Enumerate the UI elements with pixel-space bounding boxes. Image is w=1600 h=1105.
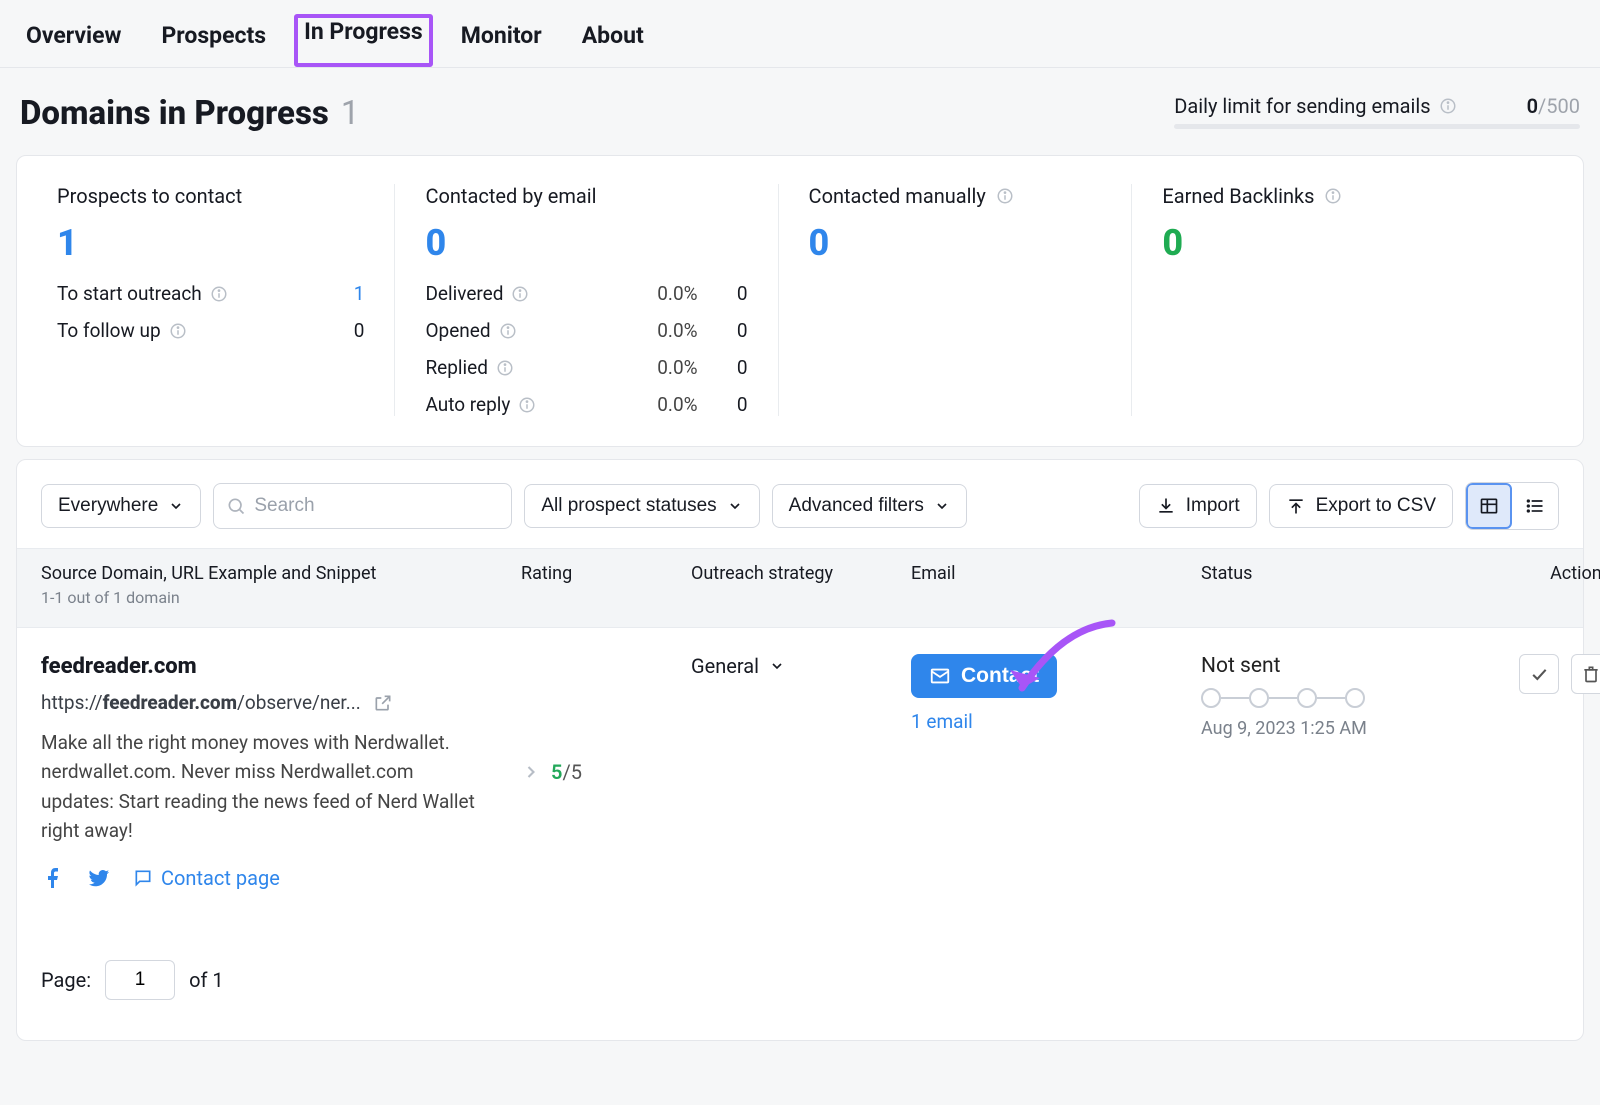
scope-dropdown[interactable]: Everywhere	[41, 484, 201, 528]
email-count-link[interactable]: 1 email	[911, 710, 973, 733]
pagination-of: of 1	[189, 968, 224, 992]
th-actions: Actions	[1451, 563, 1600, 584]
chevron-down-icon	[769, 658, 785, 674]
stat-to-start-outreach-value[interactable]: 1	[338, 282, 364, 305]
delete-button[interactable]	[1571, 654, 1600, 694]
daily-email-limit: Daily limit for sending emails 0/500	[1174, 94, 1580, 129]
list-icon	[1525, 496, 1545, 516]
table-row: feedreader.com https://feedreader.com/ob…	[17, 628, 1583, 930]
export-csv-button[interactable]: Export to CSV	[1269, 484, 1453, 528]
strategy-dropdown[interactable]: General	[691, 654, 785, 678]
row-snippet: Make all the right money moves with Nerd…	[41, 728, 481, 846]
chevron-down-icon	[727, 498, 743, 514]
info-icon[interactable]	[496, 359, 514, 377]
stat-delivered-pct: 0.0%	[638, 282, 698, 305]
row-url[interactable]: https://feedreader.com/observe/ner...	[41, 691, 521, 714]
view-toggle	[1465, 482, 1559, 530]
stat-autoreply-label: Auto reply	[425, 393, 510, 416]
chevron-right-icon[interactable]	[521, 762, 541, 782]
status-steps	[1201, 688, 1451, 708]
check-icon	[1529, 664, 1549, 684]
stat-opened-label: Opened	[425, 319, 490, 342]
stat-replied-pct: 0.0%	[638, 356, 698, 379]
tab-about[interactable]: About	[576, 18, 650, 53]
stat-by-email-title: Contacted by email	[425, 184, 596, 208]
table-header: Source Domain, URL Example and Snippet 1…	[17, 548, 1583, 628]
mail-icon	[929, 665, 951, 687]
main-tabs: Overview Prospects In Progress Monitor A…	[0, 0, 1600, 68]
trash-icon	[1581, 664, 1600, 684]
view-list-button[interactable]	[1512, 483, 1558, 529]
stat-replied-label: Replied	[425, 356, 487, 379]
th-source-sub: 1-1 out of 1 domain	[41, 588, 521, 607]
stat-autoreply-pct: 0.0%	[638, 393, 698, 416]
stat-to-follow-up-value: 0	[338, 319, 364, 342]
mark-done-button[interactable]	[1519, 654, 1559, 694]
info-icon[interactable]	[996, 187, 1014, 205]
page-input[interactable]	[105, 960, 175, 1000]
th-rating[interactable]: Rating	[521, 563, 691, 584]
external-link-icon[interactable]	[373, 693, 393, 713]
stat-backlinks-value[interactable]: 0	[1162, 222, 1543, 264]
chevron-down-icon	[168, 498, 184, 514]
contact-page-link[interactable]: Contact page	[133, 866, 280, 890]
stat-prospects-value[interactable]: 1	[57, 222, 364, 264]
info-icon[interactable]	[499, 322, 517, 340]
limit-label: Daily limit for sending emails	[1174, 94, 1430, 118]
limit-used: 0	[1527, 94, 1538, 118]
chevron-down-icon	[934, 498, 950, 514]
limit-progress-bar	[1174, 124, 1580, 129]
stat-replied-cnt: 0	[720, 356, 748, 379]
contact-button[interactable]: Contact	[911, 654, 1057, 698]
th-status[interactable]: Status	[1201, 563, 1451, 584]
table-icon	[1479, 496, 1499, 516]
tab-prospects[interactable]: Prospects	[155, 18, 272, 53]
info-icon[interactable]	[518, 396, 536, 414]
stat-prospects-title: Prospects to contact	[57, 184, 242, 208]
th-email[interactable]: Email	[911, 563, 1201, 584]
rating-value: 5	[551, 760, 562, 784]
view-table-button[interactable]	[1466, 483, 1512, 529]
stat-backlinks-title: Earned Backlinks	[1162, 184, 1314, 208]
stat-manually-title: Contacted manually	[809, 184, 986, 208]
status-title: Not sent	[1201, 654, 1451, 678]
pagination-label: Page:	[41, 968, 91, 992]
th-source[interactable]: Source Domain, URL Example and Snippet	[41, 563, 521, 584]
import-button[interactable]: Import	[1139, 484, 1257, 528]
tab-in-progress[interactable]: In Progress	[294, 14, 433, 67]
search-input-wrap[interactable]	[213, 483, 512, 529]
info-icon[interactable]	[210, 285, 228, 303]
th-strategy[interactable]: Outreach strategy	[691, 563, 911, 584]
tab-overview[interactable]: Overview	[20, 18, 127, 53]
upload-icon	[1286, 496, 1306, 516]
info-icon[interactable]	[1439, 97, 1457, 115]
stat-by-email-value[interactable]: 0	[425, 222, 747, 264]
stat-opened-pct: 0.0%	[638, 319, 698, 342]
status-filter-dropdown[interactable]: All prospect statuses	[524, 484, 759, 528]
page-title-count: 1	[341, 94, 360, 133]
search-input[interactable]	[254, 495, 499, 517]
advanced-filters-dropdown[interactable]: Advanced filters	[772, 484, 967, 528]
download-icon	[1156, 496, 1176, 516]
stat-manually-value[interactable]: 0	[809, 222, 1102, 264]
stat-delivered-cnt: 0	[720, 282, 748, 305]
info-icon[interactable]	[1324, 187, 1342, 205]
limit-total: /500	[1538, 94, 1580, 118]
stat-autoreply-cnt: 0	[720, 393, 748, 416]
status-date: Aug 9, 2023 1:25 AM	[1201, 718, 1451, 739]
search-icon	[226, 496, 246, 516]
twitter-icon[interactable]	[87, 866, 111, 890]
chat-icon	[133, 868, 153, 888]
tab-monitor[interactable]: Monitor	[455, 18, 548, 53]
facebook-icon[interactable]	[41, 866, 65, 890]
page-title: Domains in Progress	[20, 94, 329, 133]
stat-opened-cnt: 0	[720, 319, 748, 342]
stat-to-follow-up-label: To follow up	[57, 319, 161, 342]
info-icon[interactable]	[169, 322, 187, 340]
stat-delivered-label: Delivered	[425, 282, 503, 305]
rating-total: /5	[562, 760, 582, 784]
row-domain[interactable]: feedreader.com	[41, 654, 521, 679]
info-icon[interactable]	[511, 285, 529, 303]
stat-to-start-outreach-label: To start outreach	[57, 282, 202, 305]
